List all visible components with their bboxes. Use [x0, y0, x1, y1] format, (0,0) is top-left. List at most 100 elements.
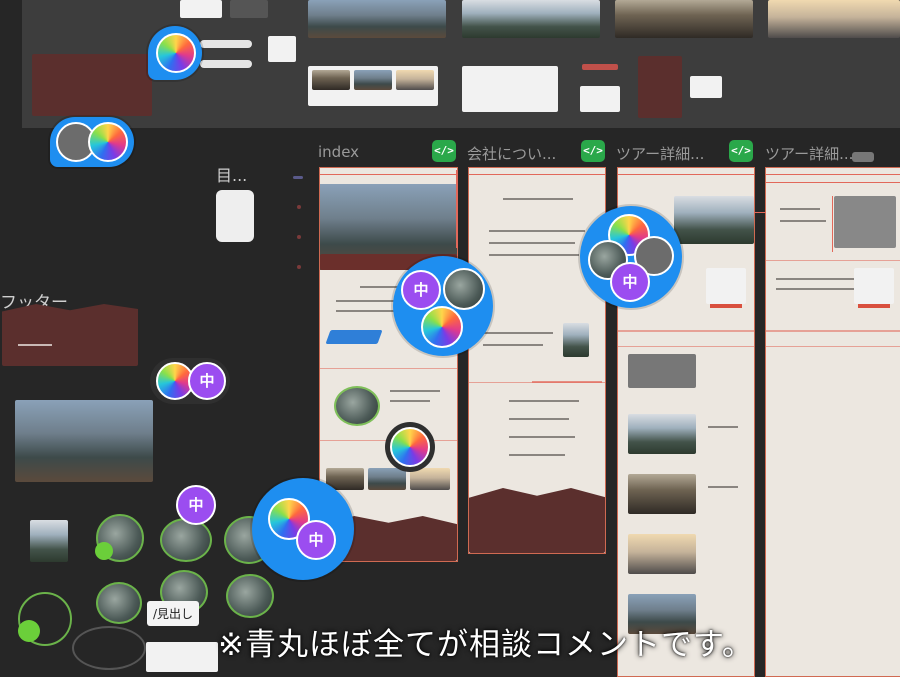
text-line	[509, 436, 575, 438]
card-image	[396, 70, 434, 90]
guide-line	[754, 212, 766, 213]
code-icon[interactable]: </>	[581, 140, 605, 162]
text-line	[483, 344, 543, 346]
text-line	[489, 254, 579, 256]
photo-thumbnail[interactable]	[308, 0, 446, 38]
footer-text	[18, 344, 52, 346]
component-tile[interactable]	[180, 0, 222, 18]
comment-bubble[interactable]: 中	[150, 358, 230, 404]
guide-line	[766, 182, 900, 183]
avatar-photo	[443, 268, 485, 310]
info-card	[706, 268, 746, 304]
heading-component[interactable]	[146, 642, 218, 672]
cta-button	[710, 304, 742, 308]
divider-component	[582, 64, 618, 70]
comment-bubble[interactable]: 中	[252, 478, 354, 580]
toggle-component[interactable]	[200, 60, 252, 68]
guide-line	[469, 174, 605, 175]
circle-photo[interactable]	[96, 582, 142, 624]
photo-thumbnail[interactable]	[30, 520, 68, 562]
text-line	[509, 418, 569, 420]
gallery-image	[628, 414, 696, 454]
image-placeholder	[628, 354, 696, 388]
photo-thumbnail[interactable]	[462, 0, 600, 38]
footer-component[interactable]	[2, 304, 138, 366]
circle-photo[interactable]	[160, 518, 212, 562]
small-card-component[interactable]	[580, 86, 620, 112]
guide-line	[532, 381, 602, 383]
comment-bubble[interactable]	[50, 117, 134, 167]
frame-company[interactable]	[468, 167, 606, 554]
nav-marker	[293, 176, 303, 179]
avatar-naka: 中	[296, 520, 336, 560]
frame-title-tour-detail[interactable]: ツアー詳細...	[616, 143, 704, 164]
text-line	[489, 230, 585, 232]
small-card-component[interactable]	[690, 76, 722, 98]
comment-bubble[interactable]	[385, 422, 435, 472]
image-placeholder	[834, 196, 896, 248]
text-line	[708, 486, 738, 488]
avatar-naka: 中	[401, 270, 441, 310]
avatar-naka[interactable]: 中	[176, 485, 216, 525]
card-image	[368, 468, 406, 490]
text-line	[489, 242, 575, 244]
portrait-image	[563, 323, 589, 357]
avatar-naka: 中	[188, 362, 226, 400]
guide-line	[766, 260, 900, 261]
colorful-avatar-icon	[156, 33, 196, 73]
text-line	[708, 426, 738, 428]
photo-thumbnail[interactable]	[768, 0, 900, 38]
guide-line	[618, 346, 754, 347]
photo-thumbnail[interactable]	[15, 400, 153, 482]
frame-title-index[interactable]: index	[318, 143, 359, 161]
icon-component[interactable]	[268, 36, 296, 62]
text-line	[509, 454, 565, 456]
guide-line	[618, 174, 754, 175]
colorful-avatar-icon	[88, 122, 128, 162]
ring-component[interactable]	[72, 626, 146, 670]
guide-line	[320, 174, 457, 175]
brown-card-component[interactable]	[638, 56, 682, 118]
footer	[469, 488, 605, 553]
component-tile[interactable]	[230, 0, 268, 18]
code-icon[interactable]: </>	[729, 140, 753, 162]
code-icon[interactable]: </>	[432, 140, 456, 162]
toggle-component[interactable]	[200, 40, 252, 48]
status-dot	[18, 620, 40, 642]
text-line	[509, 400, 579, 402]
card-image	[410, 468, 450, 490]
heading-component-label[interactable]: /見出し	[147, 601, 200, 626]
text-line	[483, 332, 553, 334]
note-component[interactable]	[216, 190, 254, 242]
text-line	[390, 390, 440, 392]
frame-title-tour-detail-2[interactable]: ツアー詳細...	[765, 143, 853, 164]
comment-bubble[interactable]	[148, 26, 202, 80]
text-line	[780, 208, 820, 210]
text-card-component[interactable]	[462, 66, 558, 112]
circle-photo	[334, 386, 380, 426]
photo-thumbnail[interactable]	[615, 0, 753, 38]
frame-title-company[interactable]: 会社につい...	[467, 143, 556, 164]
text-line	[776, 288, 862, 290]
nav-marker	[297, 205, 301, 209]
frame-tour-detail-2[interactable]	[765, 167, 900, 677]
comment-bubble[interactable]: 中	[393, 256, 493, 356]
card-row-component[interactable]	[308, 66, 438, 106]
guide-line	[456, 170, 458, 248]
illustration	[325, 330, 383, 344]
hero-image	[674, 196, 754, 244]
text-line	[390, 400, 430, 402]
text-line	[503, 198, 573, 200]
gallery-image	[628, 474, 696, 514]
colorful-avatar-icon	[421, 306, 463, 348]
status-dot	[95, 542, 113, 560]
comment-bubble[interactable]: 中	[580, 206, 682, 308]
nav-marker	[297, 235, 301, 239]
more-icon[interactable]	[852, 152, 874, 162]
layer-label: 目...	[216, 166, 248, 185]
footer-component[interactable]	[32, 54, 152, 116]
circle-photo[interactable]	[226, 574, 274, 618]
info-card	[854, 268, 894, 304]
guide-line	[832, 196, 833, 252]
card-image	[354, 70, 392, 90]
